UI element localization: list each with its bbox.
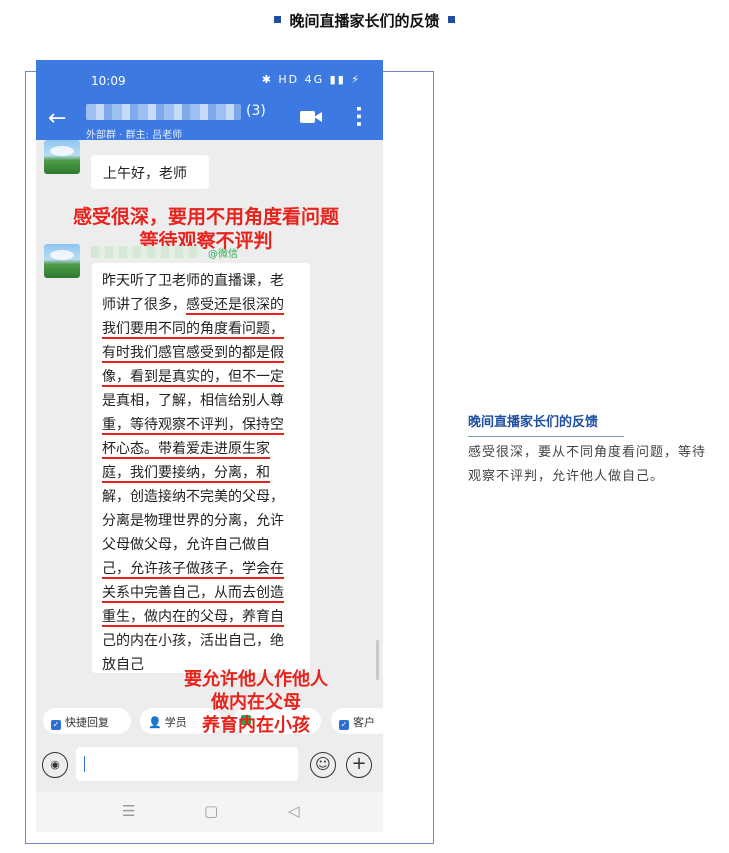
- heading-square-right-icon: [447, 16, 455, 23]
- message-line-part: 师讲了很多，: [102, 297, 186, 313]
- annotation-text: 感受很深，要用不用角度看问题: [72, 206, 339, 228]
- avatar[interactable]: [44, 244, 80, 278]
- message-line: 师讲了很多，感受还是很深的: [102, 293, 300, 317]
- underlined-text: 杯心态。带着爱走进原生家: [102, 441, 270, 459]
- message-input[interactable]: [76, 747, 298, 781]
- message-text: 上午好，老师: [103, 166, 187, 182]
- message-line: 己的内在小孩，活出自己，绝: [102, 633, 284, 649]
- blurred-group-name: [86, 104, 241, 120]
- frame-border-bottom: [25, 843, 434, 844]
- person-icon: 👤: [148, 716, 162, 729]
- phone-screenshot: 10:09 ✱ HD 4G ▮▮ ⚡ ← (3) 外部群 · 群主: 吕老师 ·…: [36, 60, 383, 832]
- video-call-icon[interactable]: [300, 110, 324, 124]
- status-time: 10:09: [91, 74, 126, 88]
- checkbox-icon: ✓: [51, 720, 61, 730]
- message-line: 杯心态。带着爱走进原生家: [102, 437, 300, 461]
- message-line: 解，创造接纳不完美的父母，: [102, 489, 284, 505]
- message-bubble[interactable]: 上午好，老师: [91, 155, 209, 189]
- back-arrow-icon[interactable]: ←: [48, 106, 66, 131]
- message-line: 像，看到是真实的，但不一定: [102, 365, 300, 389]
- frame-border-left: [25, 71, 26, 844]
- message-line: 分离是物理世界的分离，允许: [102, 513, 284, 529]
- message-line: 关系中完善自己，从而去创造: [102, 581, 300, 605]
- wechat-source-tag: @微信: [208, 249, 238, 260]
- menu-key-icon[interactable]: ☰: [122, 802, 135, 820]
- side-caption-body: 感受很深，要从不同角度看问题，等待观察不评判，允许他人做自己。: [468, 445, 707, 484]
- chip-label: 快捷回复: [65, 716, 109, 729]
- page-heading: 晚间直播家长们的反馈: [0, 10, 729, 31]
- message-line: 父母做父母，允许自己做自: [102, 537, 270, 553]
- underlined-text: 庭，我们要接纳，分离，和: [102, 465, 270, 483]
- side-caption: 晚间直播家长们的反馈 感受很深，要从不同角度看问题，等待观察不评判，允许他人做自…: [468, 411, 718, 489]
- underlined-text: 关系中完善自己，从而去创造: [102, 585, 284, 603]
- heading-square-left-icon: [274, 16, 282, 23]
- system-nav-bar: ☰ ▢ ◁: [36, 792, 383, 832]
- avatar[interactable]: [44, 140, 80, 174]
- message-line: 己，允许孩子做孩子，学会在: [102, 557, 300, 581]
- input-bar: ◉ ☺ +: [36, 744, 383, 792]
- chip-label: 客户: [353, 716, 375, 729]
- underlined-text: 己，允许孩子做孩子，学会在: [102, 561, 284, 579]
- frame-border-right: [433, 71, 434, 844]
- underlined-text: 我们要用不同的角度看问题，: [102, 321, 284, 339]
- home-key-icon[interactable]: ▢: [204, 802, 218, 820]
- chat-header: ← (3) 外部群 · 群主: 吕老师 ···: [36, 102, 383, 141]
- status-icons: ✱ HD 4G ▮▮ ⚡: [261, 73, 361, 86]
- underlined-text: 像，看到是真实的，但不一定: [102, 369, 284, 387]
- plus-icon[interactable]: +: [346, 752, 372, 778]
- back-key-icon[interactable]: ◁: [288, 802, 300, 820]
- blurred-sender-name: [91, 246, 201, 258]
- message-line: 我们要用不同的角度看问题，: [102, 317, 300, 341]
- quick-reply-chip[interactable]: ✓ 快捷回复: [43, 708, 131, 734]
- message-line: 是真相，了解，相信给别人尊: [102, 393, 284, 409]
- underlined-text: 重，等待观察不评判，保持空: [102, 417, 284, 435]
- message-bubble[interactable]: 昨天听了卫老师的直播课，老 师讲了很多，感受还是很深的 我们要用不同的角度看问题…: [92, 263, 310, 673]
- message-line: 庭，我们要接纳，分离，和: [102, 461, 300, 485]
- page-heading-text: 晚间直播家长们的反馈: [289, 12, 440, 30]
- underlined-text: 感受还是很深的: [186, 297, 284, 315]
- annotation-text: 养育内在小孩: [202, 715, 310, 736]
- status-bar: 10:09 ✱ HD 4G ▮▮ ⚡: [36, 60, 383, 102]
- scrollbar[interactable]: [376, 640, 379, 680]
- voice-input-icon[interactable]: ◉: [42, 752, 68, 778]
- message-line: 有时我们感官感受到的都是假: [102, 341, 300, 365]
- message-line: 重生，做内在的父母，养育自: [102, 605, 300, 629]
- emoji-icon[interactable]: ☺: [310, 752, 336, 778]
- underlined-text: 有时我们感官感受到的都是假: [102, 345, 284, 363]
- more-vertical-icon[interactable]: ···: [347, 105, 371, 128]
- message-line: 重，等待观察不评判，保持空: [102, 413, 300, 437]
- chat-subtitle: 外部群 · 群主: 吕老师: [86, 130, 183, 141]
- underlined-text: 重生，做内在的父母，养育自: [102, 609, 284, 627]
- member-count: (3): [246, 103, 266, 119]
- side-caption-title: 晚间直播家长们的反馈: [468, 411, 624, 437]
- message-line: 昨天听了卫老师的直播课，老: [102, 273, 284, 289]
